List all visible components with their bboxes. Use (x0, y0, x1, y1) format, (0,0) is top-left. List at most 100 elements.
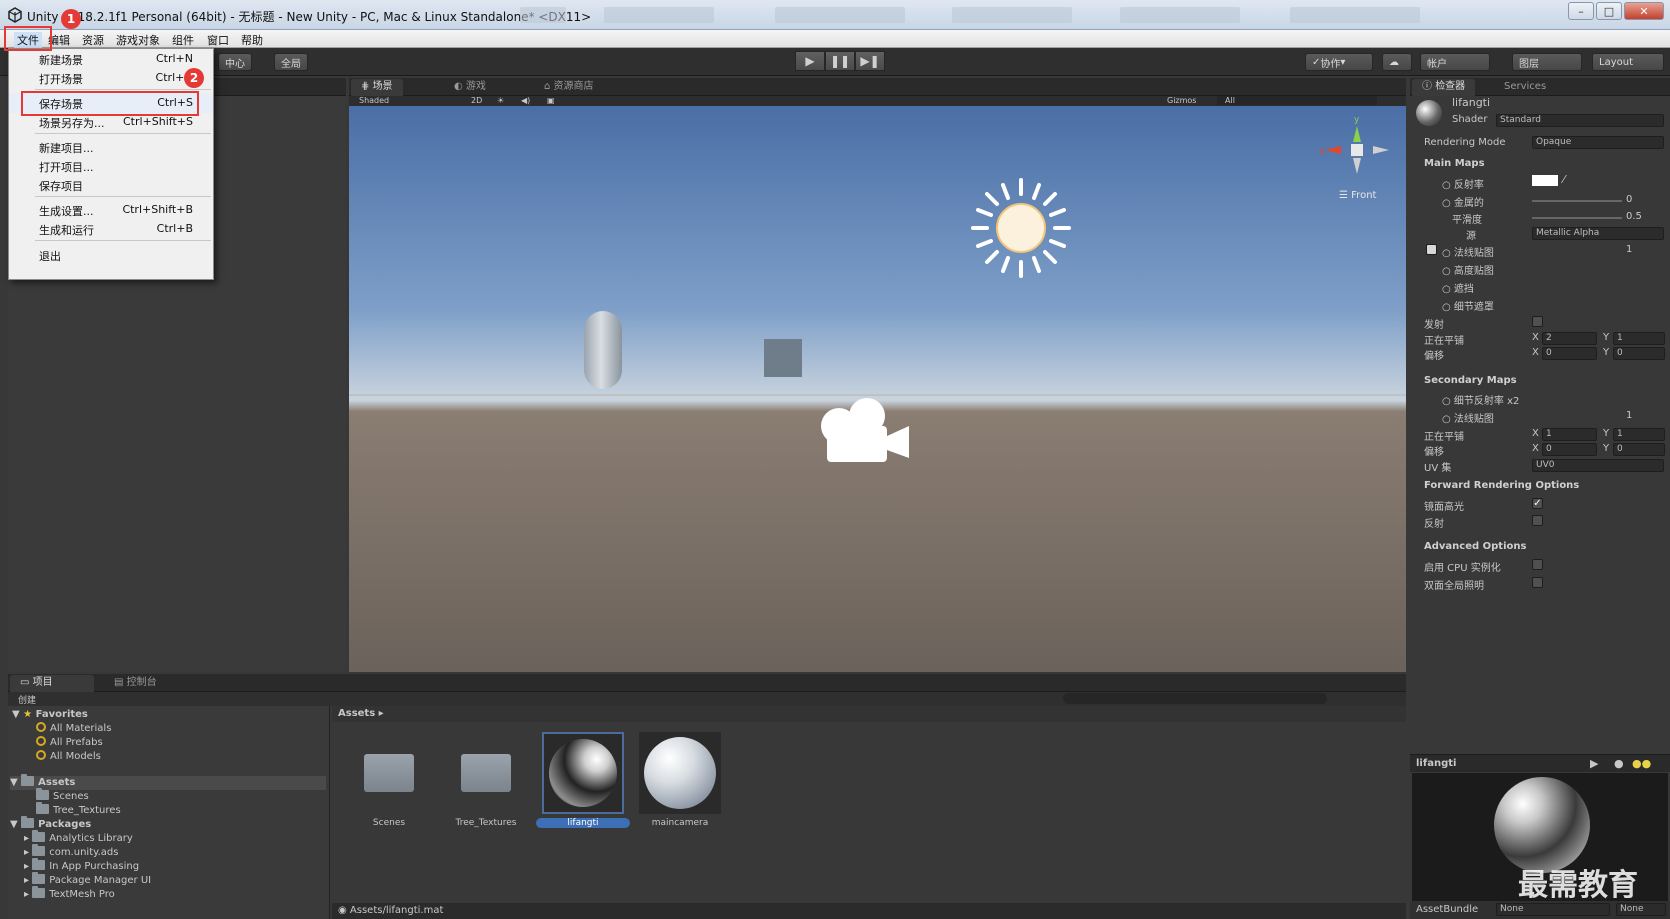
albedo-color-swatch[interactable] (1532, 175, 1558, 186)
tab-asset-store[interactable]: ⌂ 资源商店 (534, 79, 604, 96)
shader-dropdown[interactable]: Standard (1496, 114, 1664, 127)
scene-search-input[interactable]: All (1217, 96, 1377, 105)
maximize-button[interactable]: □ (1596, 2, 1622, 20)
tree-packages[interactable]: ▼ Packages (10, 816, 91, 832)
layout-dropdown[interactable]: Layout (1592, 53, 1664, 71)
menu-component[interactable]: 组件 (172, 32, 194, 48)
menu-item-new-scene[interactable]: 新建场景 Ctrl+N (9, 49, 213, 69)
eyedropper-icon[interactable]: ⁄ (1563, 173, 1565, 186)
asset-tile-maincamera[interactable]: maincamera (637, 732, 723, 828)
shading-dropdown[interactable]: Shaded (359, 96, 389, 105)
tab-services[interactable]: Services (1494, 79, 1556, 96)
smoothness-value[interactable]: 0.5 (1626, 211, 1642, 222)
asset-tile-scenes[interactable]: Scenes (346, 732, 432, 828)
smoothness-slider[interactable] (1532, 217, 1622, 219)
tree-fav-item[interactable]: All Models (36, 750, 101, 764)
rendering-mode-dropdown[interactable]: Opaque (1532, 136, 1664, 149)
assetbundle-dropdown[interactable]: None (1496, 903, 1610, 916)
preview-light-icon[interactable]: ●● (1632, 757, 1651, 770)
offset-x-field[interactable]: 0 (1542, 347, 1597, 360)
assetbundle-variant-dropdown[interactable]: None (1616, 903, 1666, 916)
breadcrumb-assets[interactable]: Assets ▸ (338, 708, 384, 719)
camera-gizmo-icon[interactable] (817, 396, 913, 468)
audio-toggle-icon[interactable]: ◀) (521, 96, 530, 105)
menu-item-build-and-run[interactable]: 生成和运行 Ctrl+B (9, 219, 213, 239)
tree-fav-item[interactable]: All Materials (36, 722, 111, 736)
space-toggle[interactable]: 全局 (274, 53, 308, 71)
step-button[interactable]: ▶❚ (855, 51, 885, 71)
sec-offset-y-field[interactable]: 0 (1613, 443, 1665, 456)
menu-item-save-project[interactable]: 保存项目 (9, 175, 213, 195)
directional-light-icon[interactable] (969, 176, 1073, 280)
normal-map-value[interactable]: 1 (1626, 244, 1632, 255)
create-dropdown[interactable]: 创建 (18, 693, 36, 706)
lighting-toggle-icon[interactable]: ☀ (497, 96, 504, 105)
tree-package[interactable]: ▸ com.unity.ads (24, 844, 118, 860)
tree-assets[interactable]: ▼ Assets (10, 774, 326, 790)
close-button[interactable]: ✕ (1624, 2, 1664, 20)
preview-sphere-icon[interactable]: ● (1614, 757, 1624, 770)
sec-tiling-y-field[interactable]: 1 (1613, 428, 1665, 441)
asset-tile-lifangti[interactable]: lifangti (536, 732, 630, 828)
menu-item-build-settings[interactable]: 生成设置... Ctrl+Shift+B (9, 200, 213, 220)
tree-folder[interactable]: Tree_Textures (36, 802, 121, 818)
sec-offset-x-field[interactable]: 0 (1542, 443, 1597, 456)
tree-fav-item[interactable]: All Prefabs (36, 736, 103, 750)
reflections-checkbox[interactable] (1532, 515, 1543, 526)
tree-favorites[interactable]: ▼ ★ Favorites (12, 708, 88, 722)
gizmos-dropdown[interactable]: Gizmos (1167, 96, 1196, 105)
menu-item-open-scene[interactable]: 打开场景 Ctrl+O (9, 68, 213, 88)
tiling-x-field[interactable]: 2 (1542, 332, 1597, 345)
collab-dropdown[interactable]: ✓ 协作 ▾ (1305, 53, 1373, 71)
offset-y-field[interactable]: 0 (1613, 347, 1665, 360)
uv-set-dropdown[interactable]: UV0 (1532, 459, 1664, 472)
tab-project[interactable]: ▭ 项目 (10, 675, 94, 692)
cube-object[interactable] (764, 339, 802, 377)
menu-assets[interactable]: 资源 (82, 32, 104, 48)
double-sided-gi-checkbox[interactable] (1532, 577, 1543, 588)
tree-package[interactable]: ▸ Analytics Library (24, 830, 133, 846)
scene-viewport[interactable]: y x ☰ Front (349, 106, 1406, 672)
metallic-slider[interactable] (1532, 200, 1622, 202)
effects-toggle-icon[interactable]: ▣ (547, 96, 555, 105)
project-search-input[interactable] (1063, 693, 1327, 704)
pivot-label: 中心 (225, 58, 245, 70)
tab-game[interactable]: ◐ 游戏 (444, 79, 496, 96)
gizmo-view-label[interactable]: ☰ Front (1339, 190, 1376, 201)
cloud-button[interactable]: ☁ (1382, 53, 1412, 71)
specular-highlights-checkbox[interactable]: ✓ (1532, 498, 1543, 509)
menu-item-open-project[interactable]: 打开项目... (9, 156, 213, 176)
tab-inspector[interactable]: ⓘ 检查器 (1412, 79, 1476, 96)
menu-help[interactable]: 帮助 (241, 32, 263, 48)
tree-folder[interactable]: Scenes (36, 788, 89, 804)
pause-button[interactable]: ❚❚ (825, 51, 855, 71)
tab-console[interactable]: ▤ 控制台 (104, 675, 167, 692)
orientation-gizmo[interactable]: y x (1319, 112, 1399, 202)
emission-checkbox[interactable] (1532, 316, 1543, 327)
menu-window[interactable]: 窗口 (207, 32, 229, 48)
tree-package[interactable]: ▸ In App Purchasing (24, 858, 139, 874)
mode-2d-toggle[interactable]: 2D (471, 96, 482, 105)
source-dropdown[interactable]: Metallic Alpha (1532, 227, 1664, 240)
menu-item-new-project[interactable]: 新建项目... (9, 137, 213, 157)
pivot-toggle[interactable]: 中心 (218, 53, 252, 71)
gpu-instancing-checkbox[interactable] (1532, 559, 1543, 570)
secondary-normal-value[interactable]: 1 (1626, 410, 1632, 421)
normal-map-slot[interactable] (1426, 244, 1437, 255)
tiling-y-field[interactable]: 1 (1613, 332, 1665, 345)
play-button[interactable]: ▶ (795, 51, 825, 71)
account-dropdown[interactable]: 帐户 (1420, 53, 1490, 71)
capsule-object[interactable] (584, 311, 622, 389)
menu-item-exit[interactable]: 退出 (9, 245, 213, 265)
layers-dropdown[interactable]: 图层 (1512, 53, 1582, 71)
preview-play-icon[interactable]: ▶ (1590, 757, 1598, 770)
metallic-value[interactable]: 0 (1626, 194, 1632, 205)
minimize-button[interactable]: – (1568, 2, 1594, 20)
tab-scene[interactable]: ⋕ 场景 (351, 79, 403, 96)
main-toolbar: 中心 全局 ▶ ❚❚ ▶❚ ✓ 协作 ▾ ☁ 帐户 图层 Layout (0, 48, 1670, 76)
sec-tiling-x-field[interactable]: 1 (1542, 428, 1597, 441)
asset-tile-tree-textures[interactable]: Tree_Textures (443, 732, 529, 828)
menu-gameobject[interactable]: 游戏对象 (116, 32, 160, 48)
tree-package[interactable]: ▸ Package Manager UI (24, 872, 151, 888)
tree-package[interactable]: ▸ TextMesh Pro (24, 886, 115, 902)
